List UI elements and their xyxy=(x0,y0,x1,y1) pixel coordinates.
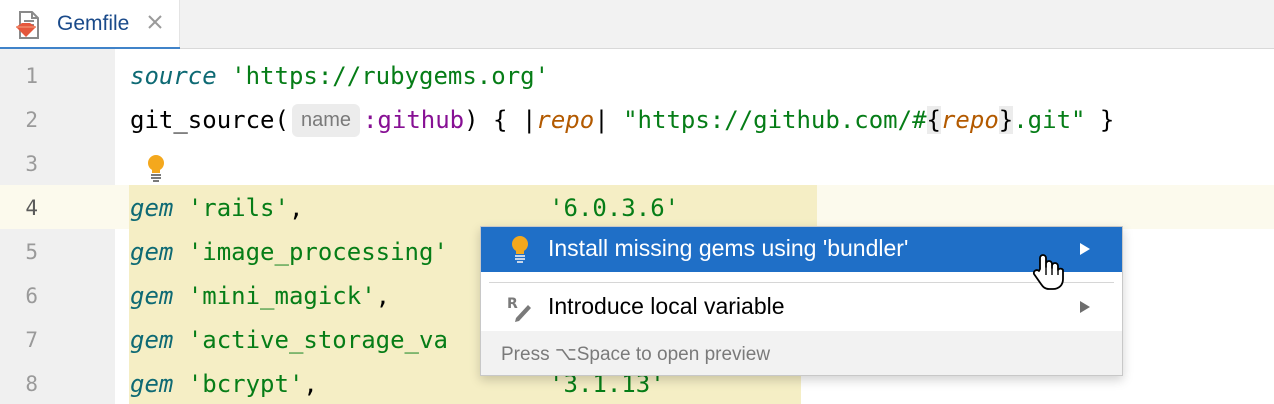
code-line[interactable]: git_source(name:github) { |repo| "https:… xyxy=(130,98,1114,142)
refactor-icon: R xyxy=(507,296,531,322)
submenu-arrow-icon[interactable] xyxy=(1079,300,1091,314)
code-token: .git" xyxy=(1013,106,1086,134)
code-token: gem xyxy=(130,194,174,222)
code-line[interactable]: source 'https://rubygems.org' xyxy=(130,54,549,98)
svg-text:R: R xyxy=(507,296,518,312)
code-token: 'mini_magick' xyxy=(187,282,376,310)
line-number: 8 xyxy=(25,372,38,396)
code-token: '6.0.3.6' xyxy=(549,194,680,222)
code-token: | xyxy=(594,106,624,134)
lightbulb-icon xyxy=(512,236,528,263)
code-token: repo xyxy=(536,106,595,134)
close-icon[interactable] xyxy=(145,12,165,32)
parameter-hint: name xyxy=(291,104,360,137)
hand-cursor-icon xyxy=(1032,254,1064,290)
code-token: 'rails' xyxy=(187,194,289,222)
code-token: source xyxy=(130,62,217,90)
code-token: , xyxy=(375,282,391,310)
popup-footer: Press ⌥Space to open preview xyxy=(481,331,1122,375)
tab-title: Gemfile xyxy=(57,12,130,35)
code-token: 'active_storage_va xyxy=(187,326,448,354)
code-token: 'https://rubygems.org' xyxy=(231,62,550,90)
code-token: } xyxy=(998,106,1014,134)
line-number: 1 xyxy=(25,64,38,88)
code-token: gem xyxy=(130,326,174,354)
lightbulb-icon[interactable] xyxy=(143,153,169,183)
tab-gemfile[interactable]: Gemfile xyxy=(0,0,180,50)
code-token: , xyxy=(288,194,550,222)
code-token: gem xyxy=(130,282,174,310)
code-token: gem xyxy=(130,370,174,398)
editor-tab-bar: Gemfile xyxy=(0,0,1274,50)
preview-hint: Press ⌥Space to open preview xyxy=(501,344,771,365)
menu-item-introduce-local-variable[interactable]: R Introduce local variable xyxy=(481,285,1122,330)
menu-item-install-missing-gems[interactable]: Install missing gems using 'bundler' xyxy=(481,227,1122,272)
code-token: repo xyxy=(940,106,999,134)
code-token: ) { | xyxy=(464,106,537,134)
line-number: 2 xyxy=(25,108,38,132)
line-number: 3 xyxy=(25,152,38,176)
line-number: 6 xyxy=(25,284,38,308)
menu-separator xyxy=(489,282,1114,283)
code-line[interactable]: gem 'mini_magick', xyxy=(130,274,390,318)
line-number-current: 4 xyxy=(25,196,38,220)
code-token: 'image_processing' xyxy=(187,238,448,266)
code-token: { xyxy=(926,106,941,134)
code-line[interactable]: gem 'rails', '6.0.3.6' xyxy=(130,186,679,230)
line-number: 5 xyxy=(25,240,38,264)
submenu-arrow-icon[interactable] xyxy=(1079,242,1091,256)
code-token: gem xyxy=(130,238,174,266)
line-number: 7 xyxy=(25,328,38,352)
intention-actions-popup: Install missing gems using 'bundler' R I… xyxy=(480,226,1123,376)
code-line[interactable]: gem 'active_storage_va xyxy=(130,318,448,362)
menu-item-label: Install missing gems using 'bundler' xyxy=(548,235,909,261)
code-line[interactable]: gem 'image_processing' xyxy=(130,230,448,274)
code-token: 'bcrypt' xyxy=(187,370,304,398)
menu-item-label: Introduce local variable xyxy=(548,293,785,319)
code-token: :github xyxy=(362,106,465,134)
code-token: git_source( xyxy=(130,106,289,134)
gemfile-icon xyxy=(16,11,39,39)
code-token: } xyxy=(1085,106,1115,134)
code-token: "https://github.com/# xyxy=(623,106,927,134)
